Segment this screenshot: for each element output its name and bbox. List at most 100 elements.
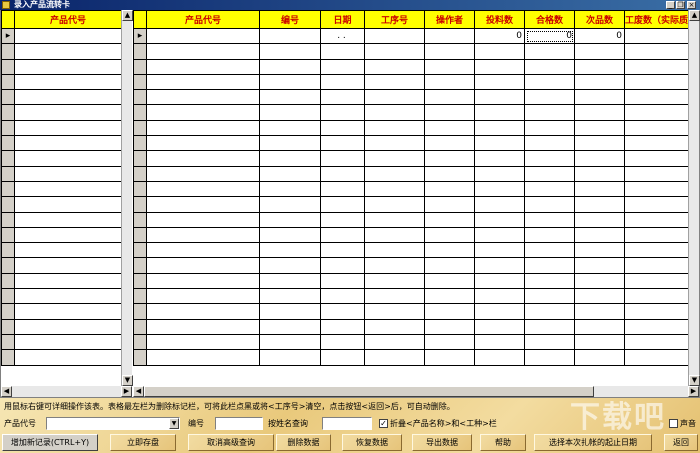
table-cell[interactable]	[524, 303, 575, 320]
table-cell[interactable]	[424, 165, 475, 182]
delete-data-button[interactable]: 删除数据	[276, 434, 331, 451]
table-cell[interactable]	[259, 58, 321, 75]
table-cell[interactable]	[624, 104, 688, 121]
table-row[interactable]	[133, 104, 688, 121]
row-indicator[interactable]	[133, 333, 147, 351]
table-cell[interactable]	[364, 211, 425, 228]
row-indicator[interactable]	[1, 242, 15, 259]
cell-product-code[interactable]	[14, 165, 121, 182]
table-cell[interactable]	[424, 119, 475, 137]
table-cell[interactable]	[259, 211, 321, 228]
table-cell[interactable]	[524, 196, 575, 213]
main-grid[interactable]: 产品代号 编号 日期 工序号 操作者 投料数 合格数 次品数 工废数（实际质量 …	[133, 10, 688, 386]
fold-checkbox[interactable]: ✓	[379, 419, 388, 428]
row-indicator[interactable]	[1, 318, 15, 335]
cell-product-code[interactable]	[14, 104, 121, 121]
sound-checkbox[interactable]	[669, 419, 678, 428]
row-indicator[interactable]	[133, 180, 147, 198]
table-cell[interactable]	[259, 333, 321, 351]
table-cell[interactable]	[364, 303, 425, 320]
table-cell[interactable]	[320, 226, 365, 244]
table-cell[interactable]	[320, 165, 365, 182]
table-cell[interactable]	[574, 226, 625, 244]
scroll-left-icon[interactable]: ◀	[1, 386, 12, 397]
table-cell[interactable]	[259, 150, 321, 167]
cell-product-code[interactable]	[14, 73, 121, 91]
table-cell[interactable]	[146, 150, 260, 167]
select-date-range-button[interactable]: 选择本次扎帐的起止日期	[534, 434, 652, 451]
table-cell[interactable]	[259, 104, 321, 121]
table-cell[interactable]	[259, 89, 321, 106]
restore-button[interactable]: ❐	[676, 1, 685, 9]
table-cell[interactable]	[320, 242, 365, 259]
table-cell[interactable]	[574, 43, 625, 60]
table-row[interactable]	[1, 257, 121, 274]
table-cell[interactable]	[424, 333, 475, 351]
row-indicator[interactable]	[1, 257, 15, 274]
cell-defect-qty[interactable]: 0	[574, 27, 625, 45]
cell-product-code[interactable]	[14, 333, 121, 351]
row-indicator[interactable]	[133, 89, 147, 106]
table-row[interactable]	[133, 43, 688, 60]
table-cell[interactable]	[424, 43, 475, 60]
scroll-down-icon[interactable]: ▼	[122, 375, 133, 386]
table-cell[interactable]	[259, 196, 321, 213]
name-search-input[interactable]	[322, 417, 372, 430]
table-row[interactable]	[133, 333, 688, 351]
table-cell[interactable]	[624, 226, 688, 244]
cell-product-code[interactable]	[14, 27, 121, 45]
row-indicator[interactable]	[133, 135, 147, 152]
table-cell[interactable]	[574, 211, 625, 228]
cell-product-code[interactable]	[14, 119, 121, 137]
cell-product-code[interactable]	[14, 226, 121, 244]
table-cell[interactable]	[320, 43, 365, 60]
table-cell[interactable]	[320, 288, 365, 305]
table-cell[interactable]	[424, 349, 475, 366]
scroll-thumb[interactable]	[144, 386, 594, 397]
left-horizontal-scrollbar[interactable]: ◀ ▶	[1, 386, 132, 397]
table-cell[interactable]	[364, 288, 425, 305]
table-row[interactable]	[133, 119, 688, 137]
row-indicator[interactable]	[133, 257, 147, 274]
back-button[interactable]: 返回	[664, 434, 698, 451]
table-cell[interactable]	[474, 318, 525, 335]
export-data-button[interactable]: 导出数据	[412, 434, 472, 451]
table-cell[interactable]	[424, 303, 475, 320]
row-indicator[interactable]	[1, 119, 15, 137]
table-cell[interactable]	[146, 333, 260, 351]
cell-product-code[interactable]	[14, 303, 121, 320]
table-cell[interactable]	[259, 303, 321, 320]
table-cell[interactable]	[624, 196, 688, 213]
table-cell[interactable]	[574, 165, 625, 182]
table-cell[interactable]	[524, 150, 575, 167]
cell-product-code[interactable]	[14, 318, 121, 335]
table-cell[interactable]	[259, 226, 321, 244]
table-row[interactable]	[1, 303, 121, 320]
table-cell[interactable]	[320, 257, 365, 274]
table-cell[interactable]	[574, 349, 625, 366]
table-cell[interactable]	[474, 43, 525, 60]
table-cell[interactable]	[574, 257, 625, 274]
table-row[interactable]	[133, 150, 688, 167]
table-cell[interactable]	[259, 318, 321, 335]
table-cell[interactable]	[624, 333, 688, 351]
scroll-right-icon[interactable]: ▶	[121, 386, 132, 397]
table-cell[interactable]	[624, 73, 688, 91]
minimize-button[interactable]: _	[666, 1, 675, 9]
col-header-number[interactable]: 编号	[259, 10, 321, 29]
table-cell[interactable]	[424, 226, 475, 244]
cell-product-code[interactable]	[14, 272, 121, 290]
left-col-header-product-code[interactable]: 产品代号	[14, 10, 121, 29]
table-cell[interactable]	[146, 257, 260, 274]
scroll-right-icon[interactable]: ▶	[688, 386, 699, 397]
table-cell[interactable]	[146, 43, 260, 60]
cell-product-code[interactable]	[14, 196, 121, 213]
cell-product-code[interactable]	[14, 257, 121, 274]
cell-scrap-qty[interactable]: 0	[624, 27, 688, 45]
table-cell[interactable]	[524, 242, 575, 259]
row-indicator[interactable]	[1, 180, 15, 198]
table-cell[interactable]	[474, 257, 525, 274]
product-code-combo[interactable]: ▼	[46, 417, 180, 430]
table-row[interactable]	[133, 89, 688, 106]
table-cell[interactable]	[624, 211, 688, 228]
